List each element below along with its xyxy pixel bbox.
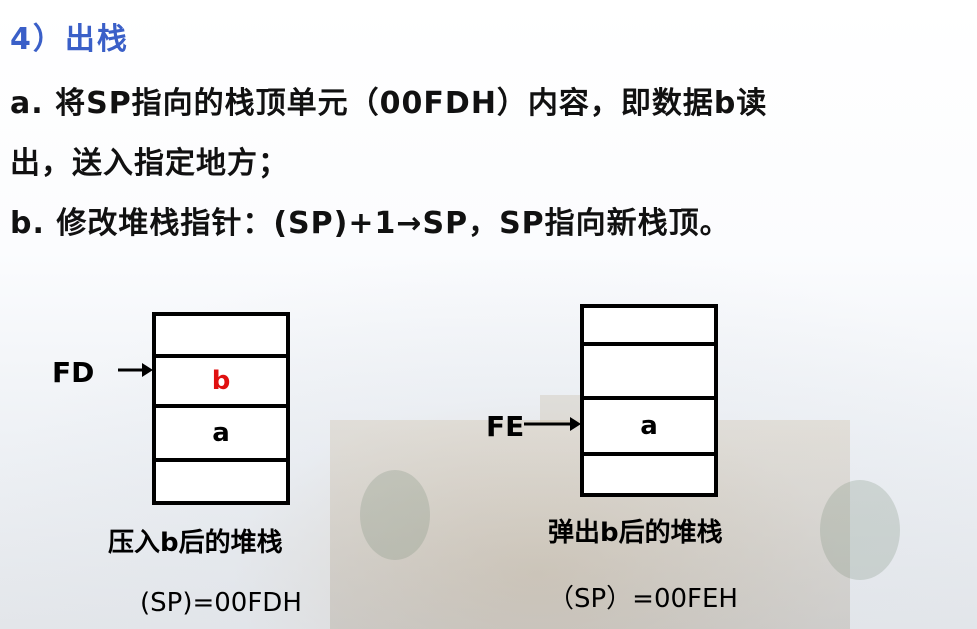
left-stack-cell — [156, 316, 286, 358]
left-stack: b a — [152, 312, 290, 505]
right-stack-cell — [584, 456, 714, 497]
left-stack-sp: (SP)=00FDH — [140, 588, 302, 618]
step-b-text: b. 修改堆栈指针：(SP)+1→SP，SP指向新栈顶。 — [10, 206, 731, 241]
right-pointer-label: FE — [486, 410, 525, 443]
right-pointer-arrow — [524, 417, 581, 431]
right-stack-caption: 弹出b后的堆栈 — [548, 518, 723, 548]
section-heading: 4）出栈 — [10, 22, 129, 57]
left-stack-cell-top: b — [156, 358, 286, 408]
background-tree — [360, 470, 430, 560]
right-stack-cell — [584, 308, 714, 346]
left-pointer-label: FD — [52, 356, 95, 389]
right-stack-cell — [584, 346, 714, 400]
left-stack-caption: 压入b后的堆栈 — [108, 528, 283, 558]
right-stack: a — [580, 304, 718, 497]
right-stack-sp: （SP）=00FEH — [548, 584, 738, 614]
left-pointer-arrow — [118, 363, 153, 377]
left-stack-cell — [156, 462, 286, 505]
step-a-text: a. 将SP指向的栈顶单元（00FDH）内容，即数据b读 — [10, 86, 768, 121]
right-stack-cell-top: a — [584, 400, 714, 456]
step-a-continuation: 出，送入指定地方； — [10, 146, 289, 181]
background-tree — [820, 480, 900, 580]
left-stack-cell: a — [156, 408, 286, 462]
